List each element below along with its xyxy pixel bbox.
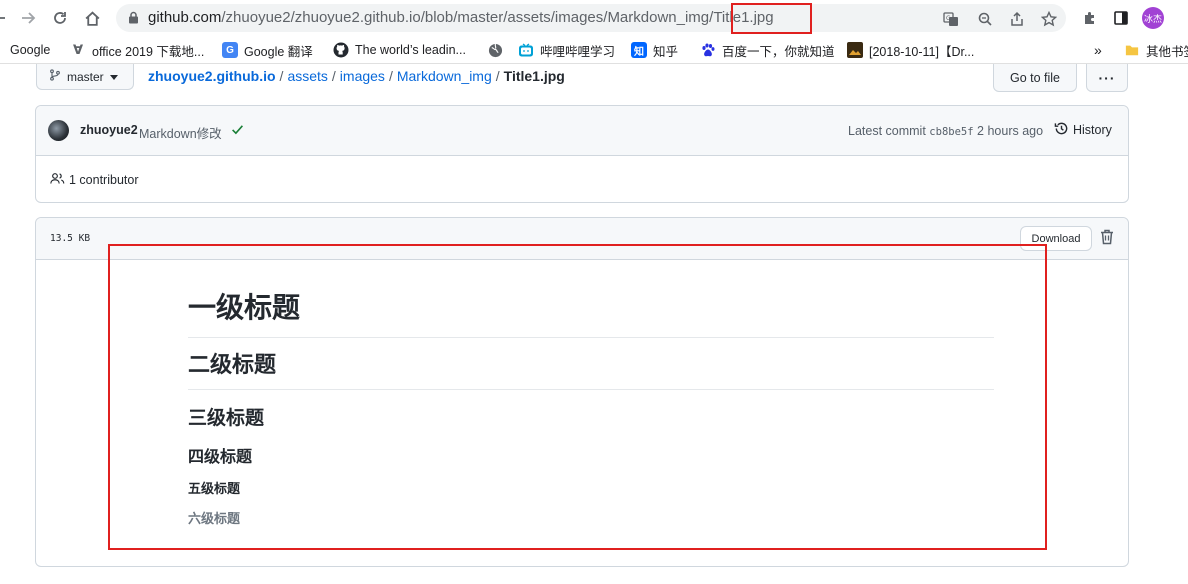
bookmarks-overflow-button[interactable]: » (1094, 41, 1102, 59)
check-icon[interactable] (231, 123, 244, 141)
branch-selector-button[interactable]: master (36, 64, 134, 90)
breadcrumb-separator: / (331, 68, 336, 84)
breadcrumb-separator: / (495, 68, 500, 84)
translate-page-icon[interactable]: G (942, 10, 960, 28)
bookmark-label: 其他书签 (1146, 44, 1188, 59)
google-icon (0, 42, 4, 58)
contributors-link[interactable]: 1 contributor (50, 172, 138, 188)
bookmark-baidu[interactable]: 百度一下，你就知道 (700, 41, 835, 59)
reload-icon[interactable] (49, 7, 71, 29)
bookmark-label: The world’s leadin... (355, 43, 466, 57)
office-icon: ∀ (72, 42, 84, 57)
commit-author-avatar[interactable] (48, 120, 69, 141)
zoom-icon[interactable] (976, 10, 994, 28)
bookmark-image[interactable]: [2018-10-11]【Dr... (847, 41, 974, 59)
bookmark-label: 哔哩哔哩学习 (540, 44, 616, 59)
commit-header: zhuoyue2 Markdown修改 Latest commit cb8be5… (36, 106, 1128, 156)
side-panel-icon[interactable] (1111, 8, 1131, 28)
bookmark-google[interactable]: Google (0, 41, 50, 59)
branch-name: master (67, 69, 104, 84)
trash-icon[interactable] (1100, 229, 1114, 250)
breadcrumb-separator: / (388, 68, 393, 84)
filename-highlight-box (731, 3, 812, 34)
breadcrumb-separator: / (279, 68, 284, 84)
github-icon (333, 42, 349, 58)
forward-arrow-icon[interactable] (17, 7, 39, 29)
bookmark-google-translate[interactable]: G Google 翻译 (222, 41, 313, 59)
bookmark-label: Google 翻译 (244, 44, 313, 59)
baidu-icon (700, 42, 716, 58)
bookmark-bilibili[interactable] (487, 41, 503, 59)
history-label: History (1073, 123, 1112, 137)
bookmark-bilibili-study[interactable]: 哔哩哔哩学习 (518, 41, 615, 59)
latest-commit-panel: zhuoyue2 Markdown修改 Latest commit cb8be5… (35, 105, 1129, 203)
caret-down-icon (109, 70, 118, 84)
bookmark-label: office 2019 下载地... (92, 44, 205, 59)
commit-time: 2 hours ago (977, 124, 1044, 138)
breadcrumb-file-name: Title1.jpg (503, 68, 565, 84)
image-icon (847, 42, 863, 58)
preview-highlight-box (108, 244, 1047, 550)
bookmark-office[interactable]: ∀ office 2019 下载地... (70, 41, 204, 59)
extensions-puzzle-icon[interactable] (1080, 8, 1100, 28)
home-icon[interactable] (81, 7, 103, 29)
latest-commit-label: Latest commit (848, 124, 926, 138)
commit-author-name[interactable]: zhuoyue2 (80, 123, 138, 137)
browser-toolbar: github.com/zhuoyue2/zhuoyue2.github.io/b… (0, 0, 1188, 36)
breadcrumb-repo-link[interactable]: zhuoyue2.github.io (148, 68, 276, 84)
url-text: github.com/zhuoyue2/zhuoyue2.github.io/b… (148, 9, 774, 26)
breadcrumb-images-link[interactable]: images (340, 68, 385, 84)
breadcrumb: zhuoyue2.github.io / assets / images / Markdow… (148, 68, 565, 84)
latest-commit-info: Latest commit cb8be5f 2 hours ago (848, 124, 1043, 138)
contributors-label: 1 contributor (69, 173, 139, 187)
file-size: 13.5 KB (50, 233, 91, 244)
lock-icon (128, 11, 139, 29)
history-clock-icon (1054, 121, 1069, 139)
bilibili-icon (518, 42, 534, 58)
go-to-file-button[interactable]: Go to file (993, 64, 1077, 92)
more-options-button[interactable]: ··· (1086, 64, 1128, 92)
translate-icon: G (222, 42, 238, 58)
breadcrumb-assets-link[interactable]: assets (287, 68, 327, 84)
breadcrumb-markdown-img-link[interactable]: Markdown_img (397, 68, 492, 84)
svg-text:G: G (946, 15, 951, 22)
address-bar[interactable]: github.com/zhuoyue2/zhuoyue2.github.io/b… (116, 4, 1066, 32)
bookmark-star-icon[interactable] (1040, 10, 1058, 28)
other-bookmarks-folder[interactable]: 其他书签 (1124, 41, 1188, 59)
bookmark-github[interactable]: The world’s leadin... (333, 41, 466, 59)
bookmark-label: [2018-10-11]【Dr... (869, 44, 975, 59)
bookmark-label: 知乎 (653, 44, 679, 59)
commit-sha-link[interactable]: cb8be5f (929, 126, 973, 138)
history-button[interactable]: History (1054, 121, 1112, 139)
bookmark-zhihu[interactable]: 知 知乎 (631, 41, 678, 59)
commit-message[interactable]: Markdown修改 (139, 123, 222, 142)
share-icon[interactable] (1008, 10, 1026, 28)
overflow-chevron-icon: » (1094, 42, 1102, 58)
bookmark-label: Google (10, 43, 51, 57)
profile-avatar[interactable]: 冰杰 (1142, 7, 1164, 29)
back-arrow-icon[interactable] (0, 7, 10, 29)
bookmarks-bar: Google ∀ office 2019 下载地... G Google 翻译 … (0, 36, 1188, 64)
globe-icon (487, 42, 503, 58)
bookmark-label: 百度一下，你就知道 (722, 44, 835, 59)
zhihu-icon: 知 (631, 42, 647, 58)
folder-icon (1124, 42, 1140, 58)
branch-icon (49, 69, 61, 84)
people-icon (50, 172, 65, 188)
